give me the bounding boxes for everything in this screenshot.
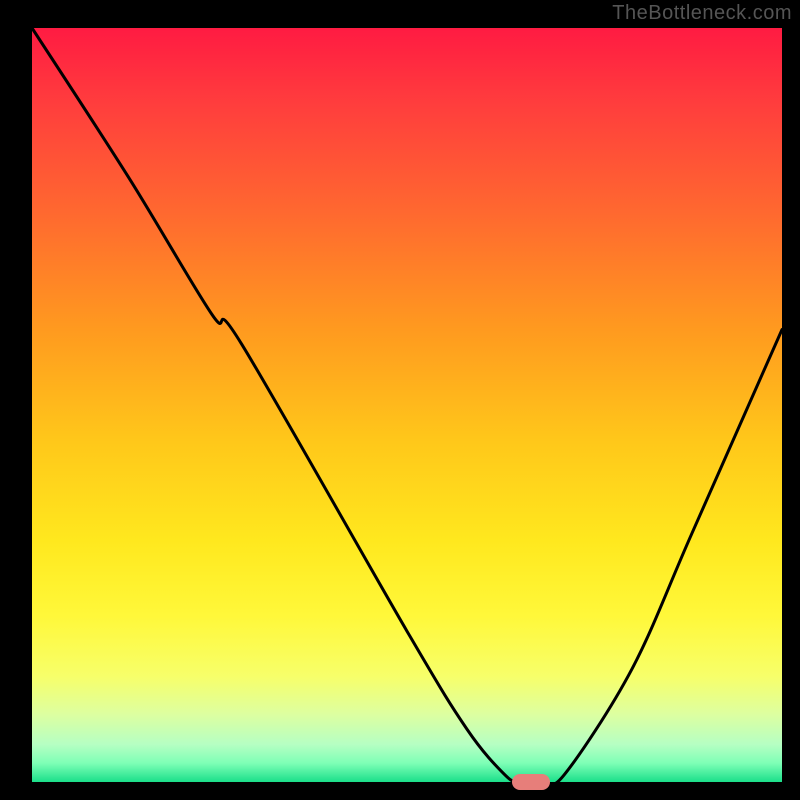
watermark-label: TheBottleneck.com bbox=[612, 2, 792, 25]
plot-background bbox=[32, 28, 782, 782]
optimal-marker bbox=[512, 774, 550, 790]
bottleneck-chart bbox=[0, 0, 800, 800]
chart-frame: TheBottleneck.com bbox=[0, 0, 800, 800]
